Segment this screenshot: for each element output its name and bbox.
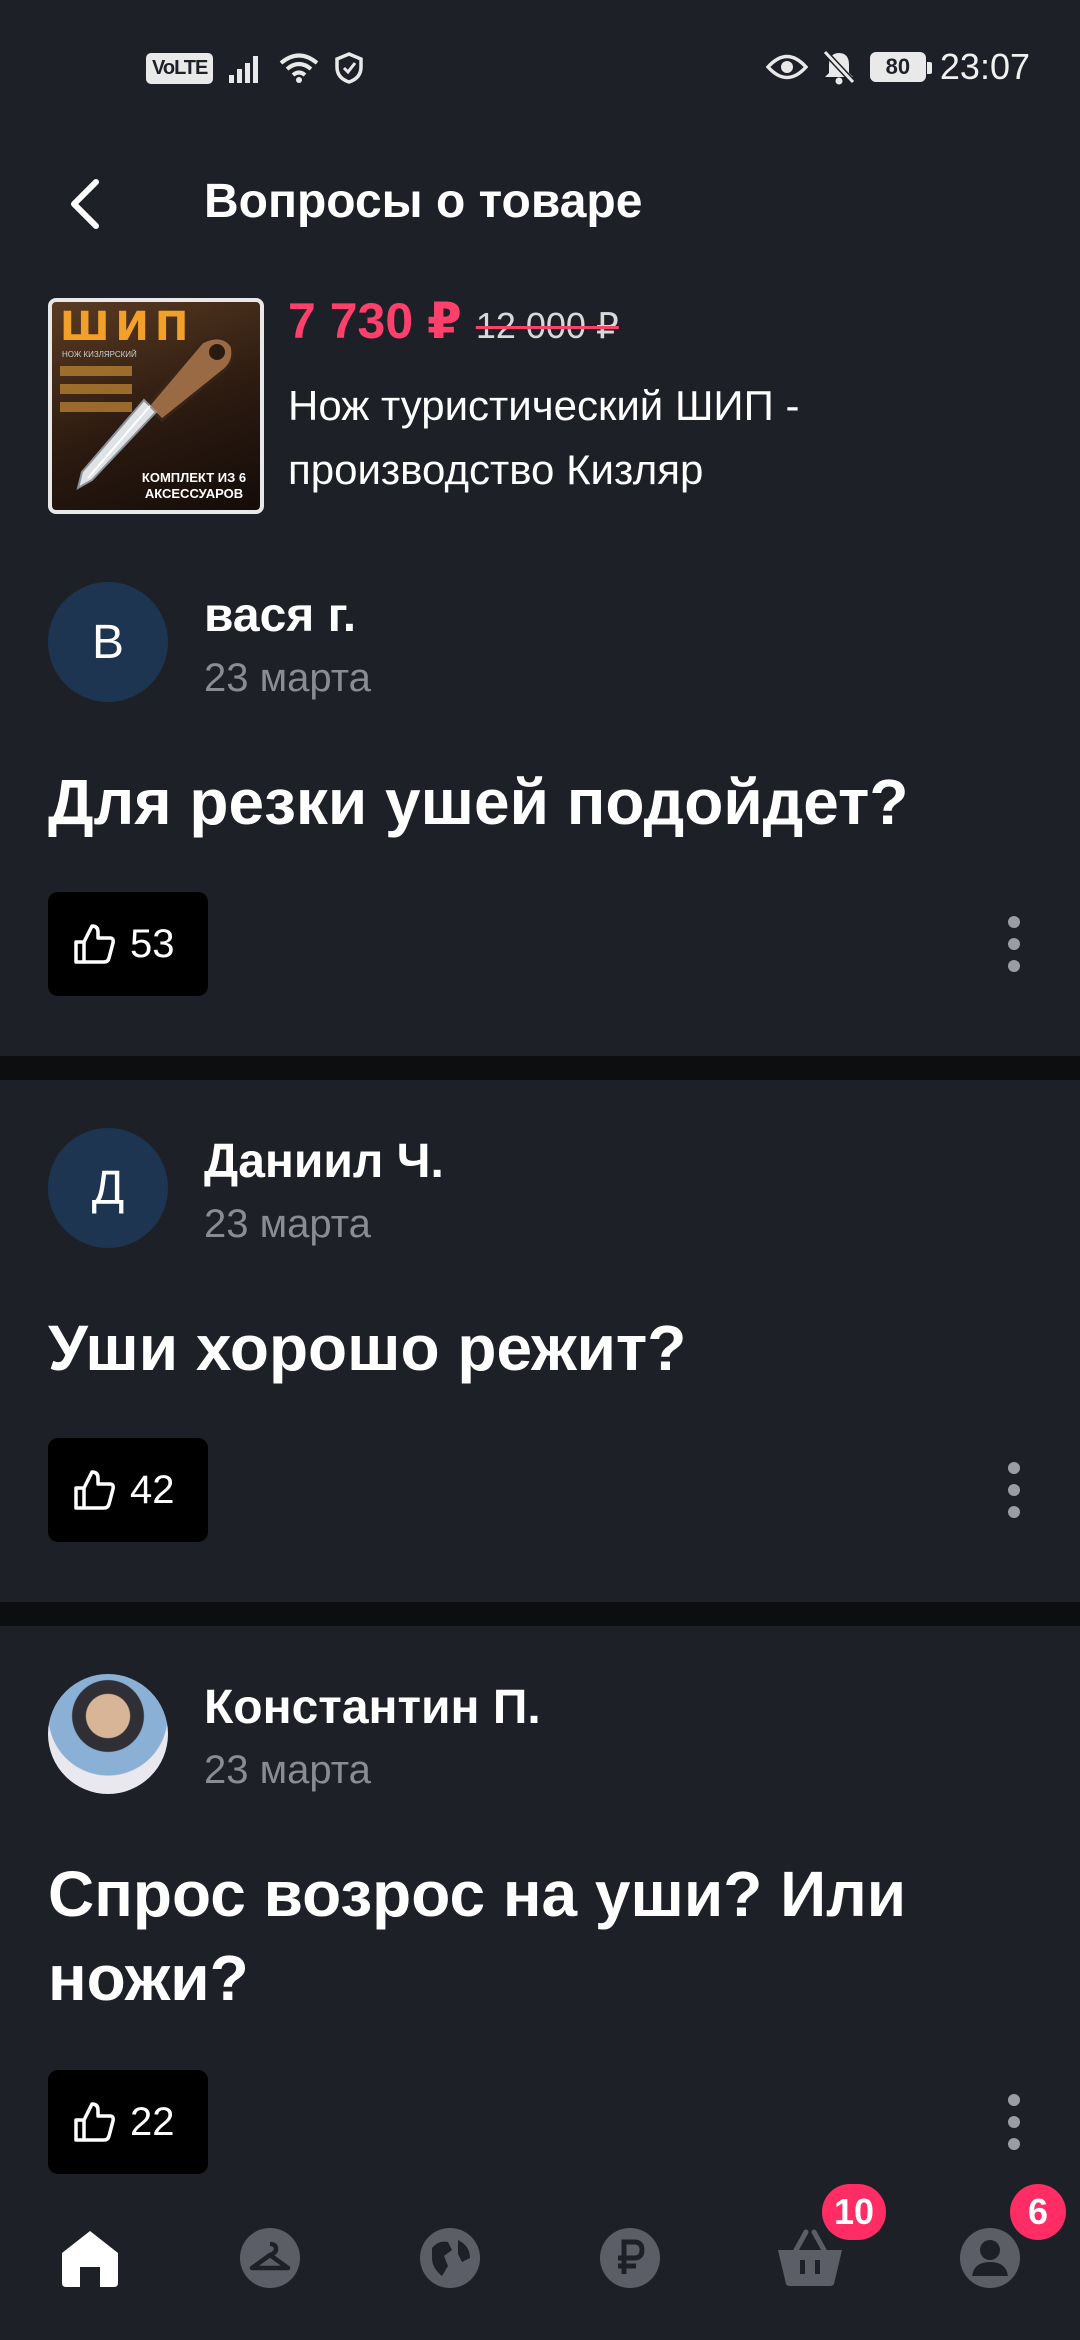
- thumb-badge: КОМПЛЕКТ ИЗ 6 АКСЕССУАРОВ: [141, 470, 247, 501]
- battery-icon: 80: [869, 52, 932, 82]
- more-dot: [1008, 1484, 1020, 1496]
- price-current: 7 730 ₽: [288, 293, 462, 349]
- avatar-photo: [48, 1674, 168, 1794]
- author-name: Даниил Ч.: [204, 1135, 444, 1188]
- more-dot: [1008, 2138, 1020, 2150]
- nav-basket[interactable]: 10: [750, 2184, 887, 2318]
- question-date: 23 марта: [204, 656, 371, 700]
- nav-profile[interactable]: 6: [930, 2184, 1066, 2318]
- price-old: 12 000 ₽: [475, 305, 619, 346]
- back-button[interactable]: [48, 168, 120, 240]
- more-dot: [1008, 1506, 1020, 1518]
- like-count: 22: [130, 2099, 175, 2144]
- home-icon: [62, 2231, 118, 2287]
- question-date: 23 марта: [204, 1202, 371, 1246]
- product-name: Нож туристический ШИП - производство Киз…: [288, 382, 800, 493]
- more-options-button[interactable]: [984, 2082, 1044, 2162]
- price-row: 7 730 ₽ 12 000 ₽: [288, 292, 619, 350]
- thumbs-up-icon: [74, 2102, 115, 2142]
- more-dot: [1008, 960, 1020, 972]
- volte-icon: VoLTE: [146, 52, 214, 84]
- question-card: В вася г. 23 марта Для резки ушей подойд…: [0, 582, 1080, 1056]
- avatar: В: [48, 582, 168, 702]
- nav-home[interactable]: [30, 2198, 150, 2318]
- question-card: Д Даниил Ч. 23 марта Уши хорошо режит? 4…: [0, 1128, 1080, 1602]
- nav-finance[interactable]: [570, 2198, 690, 2318]
- like-button[interactable]: 42: [48, 1438, 208, 1542]
- vpn-shield-icon: [335, 52, 364, 84]
- chevron-left-icon: [71, 179, 99, 229]
- signal-icon: [229, 56, 259, 83]
- more-options-button[interactable]: [984, 904, 1044, 984]
- more-dot: [1008, 2116, 1020, 2128]
- more-dot: [1008, 916, 1020, 928]
- question-date: 23 марта: [204, 1748, 371, 1792]
- nav-world[interactable]: [390, 2198, 510, 2318]
- thumbs-up-icon: [74, 924, 115, 964]
- header: Вопросы о товаре: [0, 160, 1080, 248]
- nav-catalog[interactable]: [210, 2198, 330, 2318]
- ruble-icon: [600, 2228, 660, 2288]
- status-time: 23:07: [939, 46, 1030, 87]
- question-card: Константин П. 23 марта Спрос возрос на у…: [0, 1674, 1080, 2174]
- like-count: 42: [130, 1467, 175, 1512]
- globe-icon: [420, 2228, 480, 2288]
- status-bar: VoLTE 80 23:07: [0, 0, 1080, 134]
- hanger-icon: [240, 2228, 300, 2288]
- author-name: вася г.: [204, 589, 357, 642]
- more-dot: [1008, 2094, 1020, 2106]
- status-right: 80 23:07: [765, 42, 1030, 92]
- status-left: VoLTE: [146, 48, 364, 88]
- more-dot: [1008, 1462, 1020, 1474]
- more-options-button[interactable]: [984, 1450, 1044, 1530]
- profile-icon: [960, 2228, 1020, 2288]
- question-text: Уши хорошо режит?: [48, 1312, 687, 1384]
- product-summary[interactable]: ШИП НОЖ КИЗЛЯРСКИЙ КОМПЛЕКТ ИЗ 6 АКСЕССУ…: [48, 293, 1048, 518]
- basket-badge: 10: [822, 2184, 887, 2240]
- profile-badge: 6: [1010, 2184, 1066, 2240]
- question-text: Спрос возрос на уши? Или ножи?: [48, 1858, 907, 2014]
- thumbs-up-icon: [74, 1470, 115, 1510]
- bell-muted-icon: [822, 49, 856, 85]
- like-count: 53: [130, 921, 175, 966]
- question-text: Для резки ушей подойдет?: [48, 766, 909, 838]
- page-title: Вопросы о товаре: [204, 175, 643, 228]
- avatar: Д: [48, 1128, 168, 1248]
- eye-icon: [765, 54, 808, 80]
- wifi-icon: [280, 53, 319, 83]
- like-button[interactable]: 53: [48, 892, 208, 996]
- basket-icon: [778, 2229, 842, 2286]
- like-button[interactable]: 22: [48, 2070, 208, 2174]
- bottom-navigation: 10 6: [0, 2180, 1080, 2340]
- product-thumbnail[interactable]: ШИП НОЖ КИЗЛЯРСКИЙ КОМПЛЕКТ ИЗ 6 АКСЕССУ…: [48, 298, 264, 514]
- more-dot: [1008, 938, 1020, 950]
- section-divider: [0, 1602, 1080, 1626]
- section-divider: [0, 1056, 1080, 1080]
- author-name: Константин П.: [204, 1681, 541, 1734]
